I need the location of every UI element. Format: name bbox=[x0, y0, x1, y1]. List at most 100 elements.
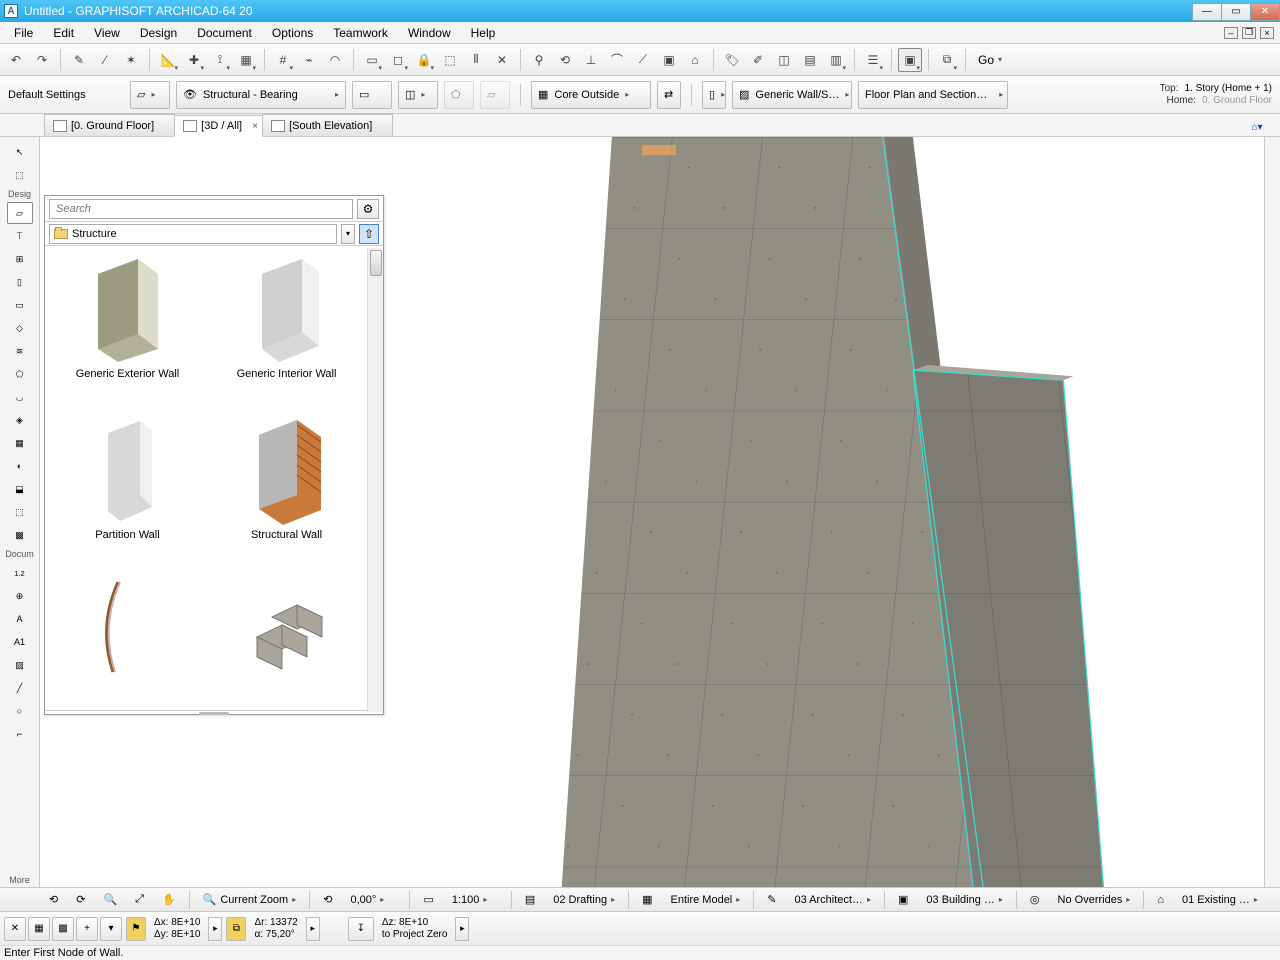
reno-icon[interactable]: ⌂ bbox=[1150, 890, 1171, 910]
polar-button[interactable]: ⧉ bbox=[226, 917, 246, 941]
grid-dd-button[interactable]: ▾ bbox=[100, 917, 122, 941]
grid-snap-button[interactable]: ▦ bbox=[28, 917, 50, 941]
home-story-value[interactable]: 0. Ground Floor bbox=[1202, 95, 1272, 107]
geometry-method-2[interactable]: ◫▸ bbox=[398, 81, 438, 109]
dimension-tool[interactable]: 1.2 bbox=[7, 562, 33, 584]
origin-button[interactable]: ✕ bbox=[4, 917, 26, 941]
menu-document[interactable]: Document bbox=[187, 22, 262, 43]
redo-button[interactable]: ↷ bbox=[30, 48, 54, 72]
geometry-method-4[interactable]: ▱ bbox=[480, 81, 510, 109]
pan-button[interactable]: ✋ bbox=[155, 890, 183, 910]
ruler-button[interactable]: 📐 bbox=[156, 48, 180, 72]
grid-button[interactable]: # bbox=[271, 48, 295, 72]
top-link-value[interactable]: 1. Story (Home + 1) bbox=[1184, 83, 1272, 95]
inject-button[interactable]: ⁄ bbox=[93, 48, 117, 72]
gravity-toggle[interactable]: ↧ bbox=[348, 917, 374, 941]
label-tool[interactable]: A1 bbox=[7, 631, 33, 653]
snap-grid-button[interactable]: ▦ bbox=[234, 48, 258, 72]
favorites-folder-dropdown[interactable]: ▾ bbox=[341, 224, 355, 244]
circle-tool[interactable]: ○ bbox=[7, 700, 33, 722]
maximize-button[interactable]: ▭ bbox=[1221, 3, 1251, 21]
anchor-button[interactable]: ⚑ bbox=[126, 917, 146, 941]
layer-selector[interactable]: 👁 Structural - Bearing▸ bbox=[176, 81, 346, 109]
snap-button[interactable]: ⟟ bbox=[208, 48, 232, 72]
menu-help[interactable]: Help bbox=[461, 22, 506, 43]
marquee-tool[interactable]: ⬚ bbox=[7, 164, 33, 186]
layers-button[interactable]: ▤ bbox=[798, 48, 822, 72]
favorites-scrollbar[interactable] bbox=[367, 248, 383, 712]
window-tool[interactable]: ⊞ bbox=[7, 248, 33, 270]
polar-next-button[interactable]: ▸ bbox=[306, 917, 320, 941]
prev-zoom-button[interactable]: ⟲ bbox=[42, 890, 65, 910]
stair-tool[interactable]: ≋ bbox=[7, 340, 33, 362]
favorite-item[interactable]: Partition Wall bbox=[53, 415, 202, 566]
menu-options[interactable]: Options bbox=[262, 22, 323, 43]
mesh-tool[interactable]: ▩ bbox=[7, 524, 33, 546]
favorite-item[interactable]: Generic Exterior Wall bbox=[53, 254, 202, 405]
schedule-button[interactable]: ◫ bbox=[772, 48, 796, 72]
distribute-button[interactable]: ⫴ bbox=[464, 48, 488, 72]
profile-button[interactable]: ▯▸ bbox=[702, 81, 726, 109]
fit-button[interactable]: ⤢ bbox=[128, 890, 151, 910]
object-tool[interactable]: ⬓ bbox=[7, 478, 33, 500]
polyline-tool[interactable]: ⌐ bbox=[7, 723, 33, 745]
arrow-tool[interactable]: ↖ bbox=[7, 141, 33, 163]
pick-button[interactable]: ✎ bbox=[67, 48, 91, 72]
magic-wand-button[interactable]: ✶ bbox=[119, 48, 143, 72]
zoom-button[interactable]: 🔍 bbox=[96, 890, 124, 910]
skylight-tool[interactable]: ◈ bbox=[7, 409, 33, 431]
marquee-button[interactable]: ▭ bbox=[360, 48, 384, 72]
tab-south-elevation[interactable]: [South Elevation] bbox=[262, 114, 393, 136]
guides-button[interactable]: ✚ bbox=[182, 48, 206, 72]
default-settings-label[interactable]: Default Settings bbox=[4, 89, 124, 101]
scale-icon[interactable]: ▭ bbox=[416, 890, 440, 910]
zone-tool[interactable]: ⬚ bbox=[7, 501, 33, 523]
geometry-method-1[interactable]: ▭ bbox=[352, 81, 392, 109]
building-material-selector[interactable]: ▨ Generic Wall/S…▸ bbox=[732, 81, 852, 109]
tab-ground-floor[interactable]: [0. Ground Floor] bbox=[44, 114, 175, 136]
wall-tool-icon[interactable]: ▱▸ bbox=[130, 81, 170, 109]
favorite-item[interactable] bbox=[53, 577, 202, 702]
flip-button[interactable]: ⇄ bbox=[657, 81, 681, 109]
xy-next-button[interactable]: ▸ bbox=[208, 917, 222, 941]
mdi-restore-button[interactable]: ❐ bbox=[1242, 27, 1256, 39]
favorites-folder-selector[interactable]: Structure bbox=[49, 224, 337, 244]
suspend-button[interactable]: ◻ bbox=[386, 48, 410, 72]
reno-selector[interactable]: 01 Existing …▸ bbox=[1175, 890, 1265, 910]
menu-window[interactable]: Window bbox=[398, 22, 461, 43]
next-zoom-button[interactable]: ⟳ bbox=[69, 890, 92, 910]
menu-design[interactable]: Design bbox=[130, 22, 187, 43]
override-selector[interactable]: No Overrides▸ bbox=[1051, 890, 1138, 910]
angle-value[interactable]: 0,00°▸ bbox=[343, 890, 403, 910]
solid-ops-button[interactable]: ✕ bbox=[490, 48, 514, 72]
fillet-button[interactable]: ⌒ bbox=[605, 48, 629, 72]
gravity-button[interactable]: ⌁ bbox=[297, 48, 321, 72]
door-tool[interactable]: ⟙ bbox=[7, 225, 33, 247]
z-next-button[interactable]: ▸ bbox=[455, 917, 469, 941]
3d-window-button[interactable]: ▣ bbox=[898, 48, 922, 72]
pop-view-button[interactable]: ⧉ bbox=[935, 48, 959, 72]
element-button[interactable]: ▣ bbox=[657, 48, 681, 72]
id-button[interactable]: 🏷 bbox=[720, 48, 744, 72]
pen-set-icon[interactable]: ✎ bbox=[760, 890, 783, 910]
grid-plus-button[interactable]: + bbox=[76, 917, 98, 941]
edit-button[interactable]: ✐ bbox=[746, 48, 770, 72]
tab-overflow-button[interactable]: ⌂▾ bbox=[1242, 118, 1272, 136]
text-tool[interactable]: A bbox=[7, 608, 33, 630]
layer-combo-icon[interactable]: ▤ bbox=[518, 890, 542, 910]
column-tool[interactable]: ▯ bbox=[7, 271, 33, 293]
find-button[interactable]: ⚲ bbox=[527, 48, 551, 72]
mvo-icon[interactable]: ▣ bbox=[891, 890, 915, 910]
favorites-settings-button[interactable]: ⚙ bbox=[357, 199, 379, 219]
curtain-wall-tool[interactable]: ▦ bbox=[7, 432, 33, 454]
more-tools-label[interactable]: More bbox=[5, 873, 35, 887]
trace-button[interactable]: 🔒 bbox=[412, 48, 436, 72]
beam-tool[interactable]: ▭ bbox=[7, 294, 33, 316]
favorite-item[interactable]: Generic Interior Wall bbox=[212, 254, 361, 405]
partial-display-selector[interactable]: Entire Model▸ bbox=[664, 890, 748, 910]
orientation-button[interactable]: ⟲ bbox=[316, 890, 339, 910]
wall-tool[interactable]: ▱ bbox=[7, 202, 33, 224]
selection-button[interactable]: ⟲ bbox=[553, 48, 577, 72]
layer-combo-selector[interactable]: 02 Drafting▸ bbox=[546, 890, 622, 910]
model-view-button[interactable]: ▥ bbox=[824, 48, 848, 72]
